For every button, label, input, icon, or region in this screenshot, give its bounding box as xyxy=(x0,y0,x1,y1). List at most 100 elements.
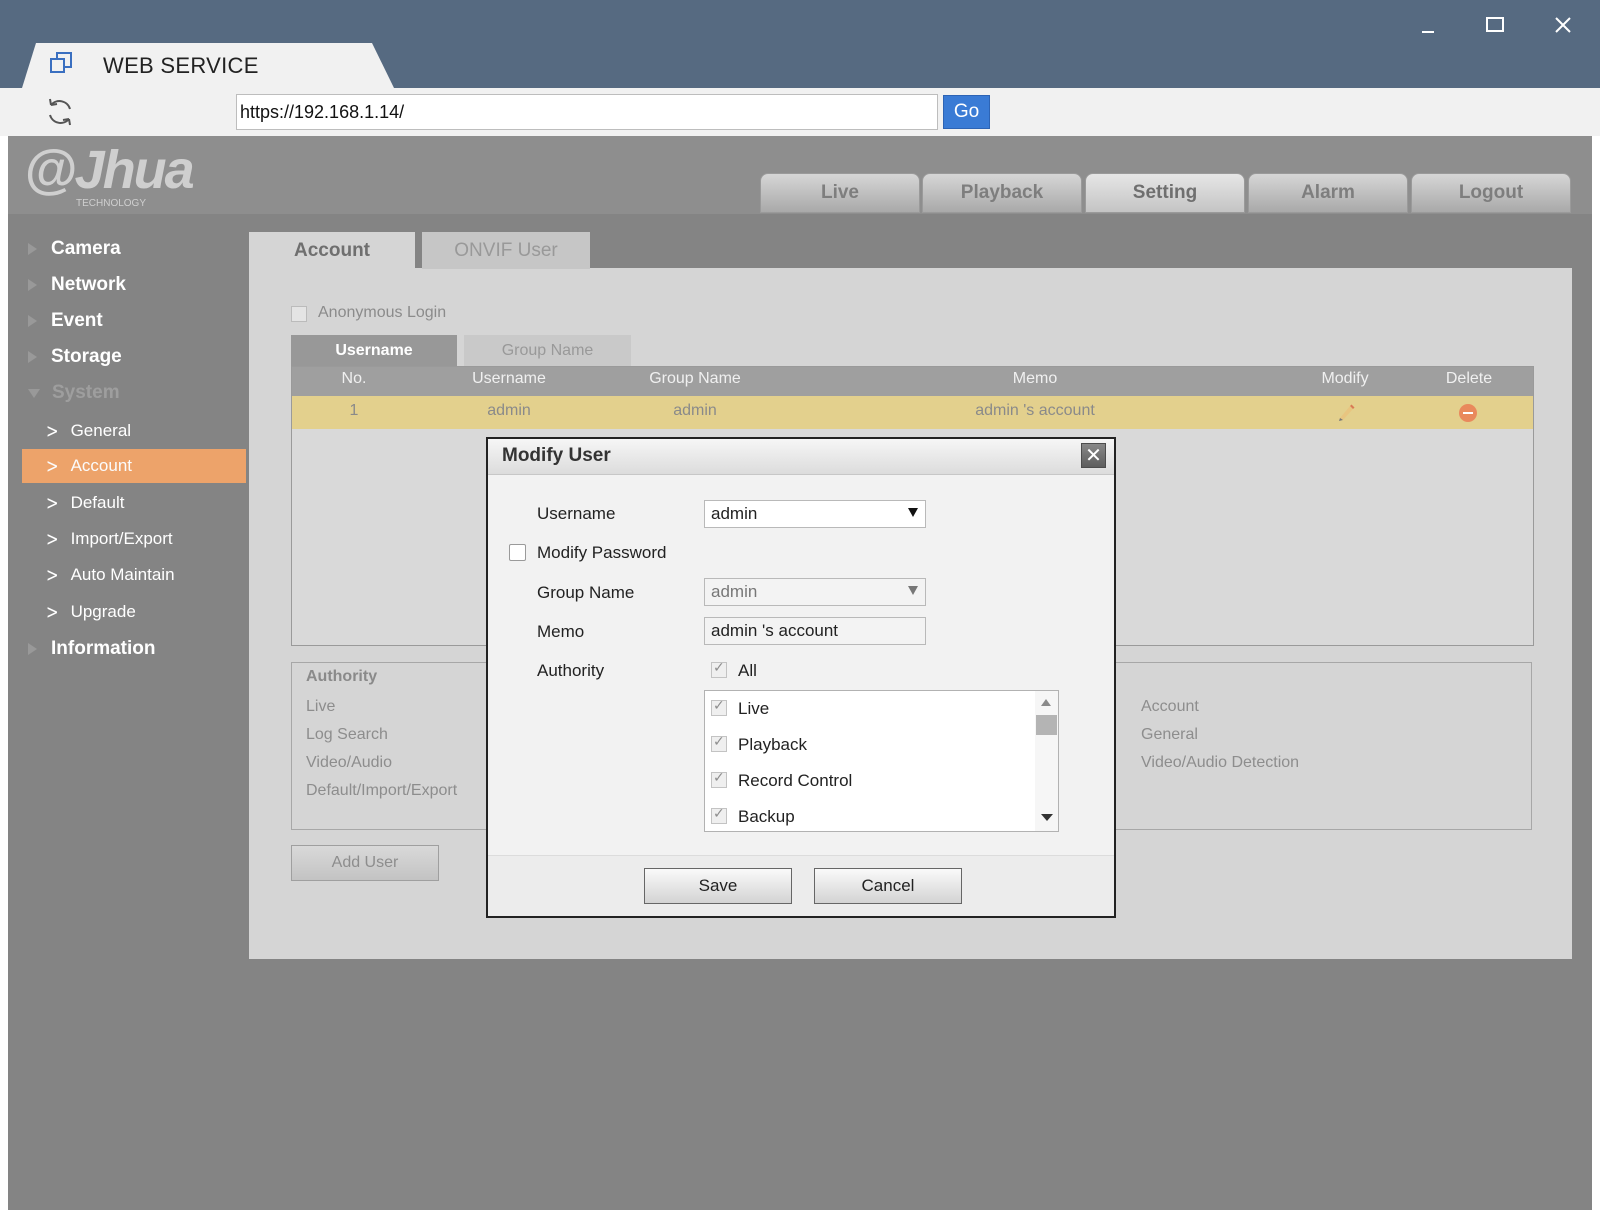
dialog-footer xyxy=(488,855,1114,916)
authority-item: Account xyxy=(1141,698,1199,715)
authority-checkbox-backup[interactable] xyxy=(711,806,727,824)
nav-alarm[interactable]: Alarm xyxy=(1248,173,1408,213)
save-button[interactable]: Save xyxy=(644,868,792,904)
maximize-button[interactable] xyxy=(1477,10,1513,40)
authority-label: Authority xyxy=(537,661,605,680)
nav-setting[interactable]: Setting xyxy=(1085,173,1245,213)
authority-item: Default/Import/Export xyxy=(306,782,458,799)
col-delete: Delete xyxy=(1445,370,1493,387)
chevron-right-icon: > xyxy=(46,491,59,515)
authority-item: General xyxy=(1141,726,1198,743)
sidebar-item-account[interactable]: > Account xyxy=(22,449,246,483)
sidebar-item-network[interactable]: Network xyxy=(28,274,126,296)
sidebar-item-system[interactable]: System xyxy=(28,382,120,404)
memo-label: Memo xyxy=(537,622,585,641)
cell-group: admin xyxy=(673,402,717,419)
sidebar-item-import-export[interactable]: > Import/Export xyxy=(22,522,246,556)
svg-text:@Jhua: @Jhua xyxy=(24,140,194,200)
authority-item: Log Search xyxy=(306,726,388,743)
subtab-group-name[interactable]: Group Name xyxy=(464,335,631,366)
nav-live[interactable]: Live xyxy=(760,173,920,213)
modify-password-checkbox[interactable] xyxy=(509,544,526,561)
delete-icon[interactable] xyxy=(1459,404,1477,422)
scroll-up-icon[interactable] xyxy=(1041,699,1051,706)
maximize-icon xyxy=(1486,17,1504,32)
subtab-username[interactable]: Username xyxy=(291,335,457,366)
go-button[interactable]: Go xyxy=(943,95,990,129)
expand-arrow-icon xyxy=(28,351,37,363)
close-icon: ✕ xyxy=(1085,444,1102,467)
col-username: Username xyxy=(472,370,546,387)
group-name-select[interactable]: admin xyxy=(704,578,926,606)
chevron-right-icon: > xyxy=(46,600,59,624)
anonymous-login-label: Anonymous Login xyxy=(318,304,447,321)
close-icon xyxy=(1555,17,1571,33)
close-button[interactable] xyxy=(1545,10,1581,40)
username-value: admin xyxy=(711,504,758,523)
dialog-title: Modify User xyxy=(502,445,611,466)
chevron-right-icon: > xyxy=(46,527,59,551)
url-input[interactable]: https://192.168.1.14/ xyxy=(236,94,938,130)
memo-input[interactable]: admin 's account xyxy=(704,617,926,645)
col-group-name: Group Name xyxy=(649,370,741,387)
chevron-right-icon: > xyxy=(46,454,59,478)
dropdown-arrow-icon xyxy=(908,586,918,595)
sidebar-item-information[interactable]: Information xyxy=(28,638,156,660)
group-name-value: admin xyxy=(711,582,758,601)
username-label: Username xyxy=(537,504,616,523)
sidebar-item-event[interactable]: Event xyxy=(28,310,103,332)
expand-arrow-icon xyxy=(28,243,37,255)
sidebar-item-default[interactable]: > Default xyxy=(22,486,246,520)
username-select[interactable]: admin xyxy=(704,500,926,528)
sidebar-item-storage[interactable]: Storage xyxy=(28,346,122,368)
scrollbar-thumb[interactable] xyxy=(1036,715,1057,735)
scroll-down-icon[interactable] xyxy=(1041,814,1053,821)
authority-all-label: All xyxy=(738,661,757,680)
chevron-right-icon: > xyxy=(46,563,59,587)
cell-username: admin xyxy=(487,402,531,419)
authority-item: Live xyxy=(306,698,336,715)
col-modify: Modify xyxy=(1321,370,1369,387)
restore-window-icon xyxy=(50,52,72,73)
collapse-arrow-icon xyxy=(28,388,40,398)
authority-item: Video/Audio xyxy=(306,754,392,771)
authority-list-scrollbar[interactable] xyxy=(1035,691,1058,831)
authority-checkbox-live[interactable] xyxy=(711,698,727,716)
sidebar-item-upgrade[interactable]: > Upgrade xyxy=(22,595,246,629)
edit-pencil-icon[interactable] xyxy=(1336,402,1356,422)
dropdown-arrow-icon xyxy=(908,508,918,517)
dialog-close-button[interactable]: ✕ xyxy=(1081,443,1106,468)
cell-memo: admin 's account xyxy=(975,402,1095,419)
nav-playback[interactable]: Playback xyxy=(922,173,1082,213)
sidebar-item-auto-maintain[interactable]: > Auto Maintain xyxy=(22,558,246,592)
cancel-button[interactable]: Cancel xyxy=(814,868,962,904)
authority-checkbox-record-control[interactable] xyxy=(711,770,727,788)
authority-item-playback: Playback xyxy=(738,735,807,754)
anonymous-login-checkbox[interactable] xyxy=(291,306,307,322)
tab-account[interactable]: Account xyxy=(249,232,415,269)
authority-item-backup: Backup xyxy=(738,807,795,826)
authority-title: Authority xyxy=(306,668,378,685)
expand-arrow-icon xyxy=(28,315,37,327)
tab-title: WEB SERVICE xyxy=(103,53,259,78)
col-no: No. xyxy=(341,370,367,387)
nav-logout[interactable]: Logout xyxy=(1411,173,1571,213)
authority-all-checkbox[interactable] xyxy=(711,660,727,678)
authority-checkbox-playback[interactable] xyxy=(711,734,727,752)
add-user-button[interactable]: Add User xyxy=(291,845,439,881)
col-memo: Memo xyxy=(1012,370,1058,387)
authority-item: Video/Audio Detection xyxy=(1141,754,1300,771)
refresh-icon[interactable] xyxy=(44,96,76,128)
sidebar-item-camera[interactable]: Camera xyxy=(28,238,121,260)
tab-onvif-user[interactable]: ONVIF User xyxy=(422,232,590,269)
chevron-right-icon: > xyxy=(46,419,59,443)
modify-password-label: Modify Password xyxy=(537,543,667,562)
svg-text:TECHNOLOGY: TECHNOLOGY xyxy=(76,198,146,209)
authority-item-live: Live xyxy=(738,699,770,718)
sidebar-item-general[interactable]: > General xyxy=(22,414,246,448)
expand-arrow-icon xyxy=(28,279,37,291)
cell-no: 1 xyxy=(349,402,359,419)
minimize-button[interactable] xyxy=(1410,10,1446,40)
expand-arrow-icon xyxy=(28,643,37,655)
minimize-icon xyxy=(1422,31,1434,33)
